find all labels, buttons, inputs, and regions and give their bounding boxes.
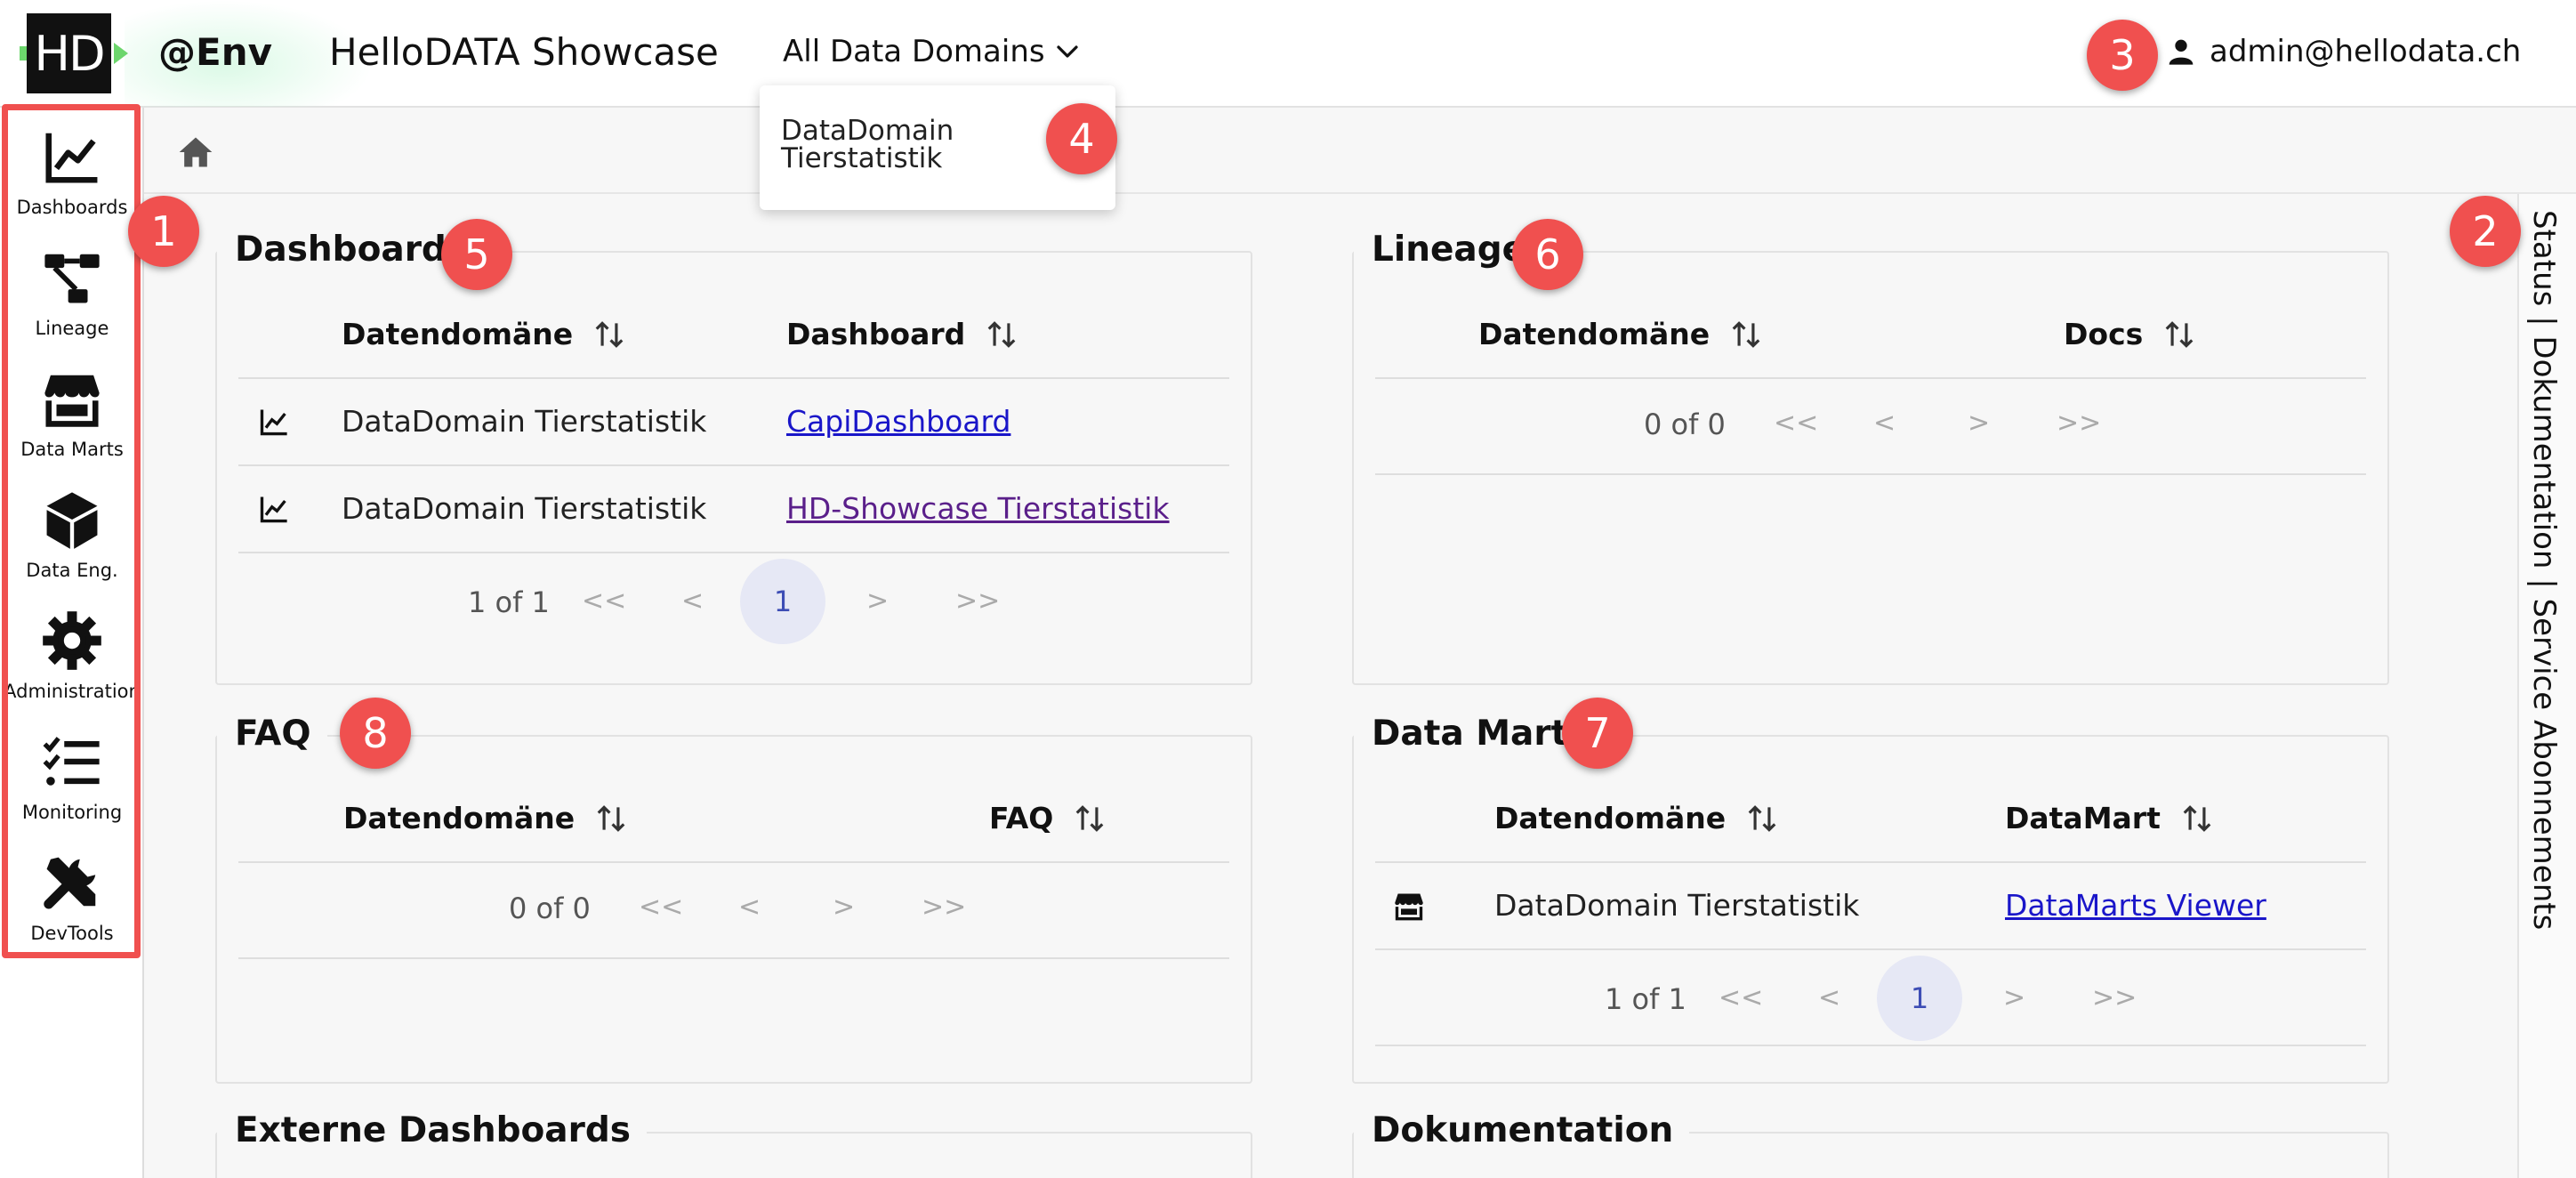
last-page-button[interactable]: >>: [922, 892, 966, 923]
next-page-button[interactable]: >: [866, 585, 889, 617]
column-header-label: Datendomäne: [1478, 317, 1711, 351]
callout-badge-8: 8: [340, 698, 411, 769]
sort-icon: [2165, 320, 2194, 348]
first-page-button[interactable]: <<: [582, 585, 626, 617]
pagination: 1 of 1 << < 1 > >>: [1354, 952, 2391, 1045]
sort-icon: [595, 320, 624, 348]
chevron-down-icon: [1056, 45, 1078, 58]
documentation-card: Dokumentation: [1352, 1110, 2389, 1178]
lineage-card: Lineage Datendomäne Docs 0 of 0 << < > >…: [1352, 230, 2391, 685]
callout-badge-2: 2: [2450, 196, 2521, 267]
column-header-label: FAQ: [989, 801, 1054, 835]
dashboard-link[interactable]: HD-Showcase Tierstatistik: [786, 491, 1170, 526]
environment-label: @Env: [158, 30, 272, 74]
chart-line-icon: [260, 496, 287, 523]
callout-badge-4: 4: [1046, 103, 1117, 174]
dashboards-card: Dashboards Datendomäne Dashboard DataDom…: [215, 230, 1254, 685]
column-header-label: Docs: [2064, 317, 2144, 351]
user-menu[interactable]: admin@hellodata.ch: [2167, 34, 2521, 69]
user-email: admin@hellodata.ch: [2210, 34, 2522, 69]
data-domain-select-label: All Data Domains: [783, 34, 1045, 69]
current-page-button[interactable]: 1: [740, 559, 825, 644]
next-page-button[interactable]: >: [2003, 982, 2025, 1013]
sort-icon: [2183, 804, 2211, 832]
sort-icon: [1075, 804, 1104, 832]
pagination-info: 0 of 0: [1644, 407, 1726, 441]
column-header-label: Dashboard: [786, 317, 966, 351]
data-marts-card: Data Marts Datendomäne DataMart DataDoma…: [1352, 714, 2391, 1084]
first-page-button[interactable]: <<: [1774, 407, 1818, 439]
nav-highlight-frame: [2, 104, 141, 958]
external-dashboards-card-title: Externe Dashboards: [217, 1110, 647, 1150]
pagination: 0 of 0 << < > >>: [1354, 386, 2391, 457]
table-cell-domain: DataDomain Tierstatistik: [342, 491, 707, 526]
datamart-link[interactable]: DataMarts Viewer: [2005, 888, 2266, 923]
column-header-datendomaene[interactable]: Datendomäne: [342, 317, 626, 351]
callout-badge-3: 3: [2087, 20, 2158, 91]
current-page-button[interactable]: 1: [1877, 956, 1962, 1041]
column-header-label: Datendomäne: [343, 801, 576, 835]
column-header-docs[interactable]: Docs: [2064, 317, 2196, 351]
callout-badge-6: 6: [1512, 219, 1583, 290]
store-icon: [1395, 893, 1423, 921]
table-cell-domain: DataDomain Tierstatistik: [342, 404, 707, 439]
dashboard-link[interactable]: CapiDashboard: [786, 404, 1010, 439]
next-page-button[interactable]: >: [1968, 407, 1990, 439]
pagination: 0 of 0 << < > >>: [217, 870, 1254, 941]
prev-page-button[interactable]: <: [738, 892, 761, 923]
next-page-button[interactable]: >: [833, 892, 855, 923]
column-header-datendomaene[interactable]: Datendomäne: [343, 801, 628, 835]
column-header-datamart[interactable]: DataMart: [2005, 801, 2214, 835]
sort-icon: [1748, 804, 1776, 832]
column-header-label: Datendomäne: [1494, 801, 1727, 835]
pagination: 1 of 1 << < 1 > >>: [217, 555, 1254, 648]
last-page-button[interactable]: >>: [2057, 407, 2101, 439]
first-page-button[interactable]: <<: [639, 892, 683, 923]
top-header: HD @Env HelloDATA Showcase All Data Doma…: [0, 0, 2576, 108]
logo-arrow-icon: [114, 43, 128, 64]
column-header-datendomaene[interactable]: Datendomäne: [1494, 801, 1779, 835]
table-cell-domain: DataDomain Tierstatistik: [1494, 888, 1860, 923]
prev-page-button[interactable]: <: [681, 585, 704, 617]
home-icon[interactable]: [176, 133, 215, 172]
first-page-button[interactable]: <<: [1719, 982, 1763, 1013]
app-logo[interactable]: HD: [27, 13, 111, 93]
sort-icon: [597, 804, 625, 832]
dropdown-option-tierstatistik[interactable]: DataDomain Tierstatistik: [781, 117, 986, 173]
user-icon: [2169, 39, 2194, 65]
documentation-card-title: Dokumentation: [1354, 1110, 1690, 1150]
column-header-datendomaene[interactable]: Datendomäne: [1478, 317, 1763, 351]
chart-line-icon: [260, 409, 287, 436]
app-title: HelloDATA Showcase: [329, 30, 719, 74]
column-header-faq[interactable]: FAQ: [989, 801, 1107, 835]
column-header-label: DataMart: [2005, 801, 2161, 835]
breadcrumb: [144, 109, 2576, 194]
sort-icon: [1732, 320, 1760, 348]
callout-badge-1: 1: [128, 196, 199, 267]
prev-page-button[interactable]: <: [1818, 982, 1840, 1013]
sort-icon: [987, 320, 1016, 348]
status-docs-subscriptions-tab[interactable]: Status | Dokumentation | Service Abonnem…: [2526, 210, 2562, 930]
external-dashboards-card: Externe Dashboards: [215, 1110, 1252, 1178]
faq-card: FAQ Datendomäne FAQ 0 of 0 << < > >>: [215, 714, 1254, 1084]
pagination-info: 1 of 1: [1605, 982, 1686, 1016]
pagination-info: 1 of 1: [468, 585, 550, 619]
column-header-dashboard[interactable]: Dashboard: [786, 317, 1018, 351]
prev-page-button[interactable]: <: [1873, 407, 1896, 439]
pagination-info: 0 of 0: [509, 892, 591, 925]
callout-badge-5: 5: [441, 219, 512, 290]
data-domain-select[interactable]: All Data Domains: [783, 34, 1081, 69]
column-header-label: Datendomäne: [342, 317, 574, 351]
faq-card-title: FAQ: [217, 714, 327, 754]
last-page-button[interactable]: >>: [2092, 982, 2137, 1013]
callout-badge-7: 7: [1562, 698, 1633, 769]
last-page-button[interactable]: >>: [955, 585, 1000, 617]
